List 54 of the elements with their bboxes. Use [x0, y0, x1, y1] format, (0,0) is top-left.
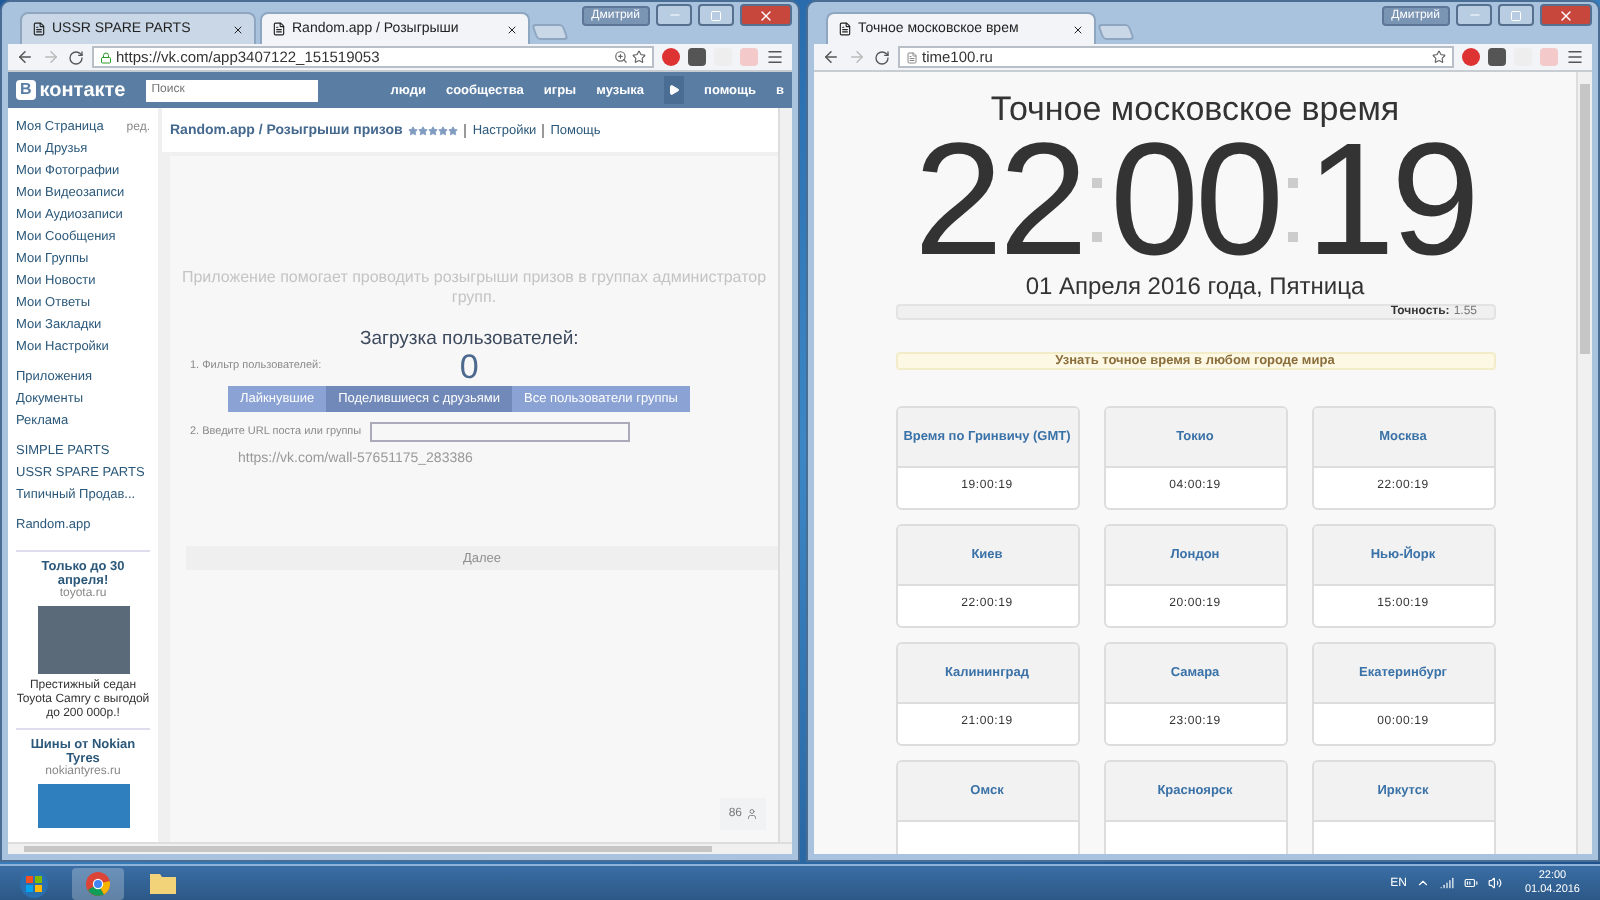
page-icon	[32, 22, 46, 36]
browser-taskbar-button[interactable]	[72, 867, 124, 899]
loading-title: Загрузка пользователей:	[360, 328, 579, 350]
close-icon	[1558, 7, 1574, 23]
maximize-button[interactable]	[698, 4, 734, 26]
minimize-button[interactable]	[656, 4, 692, 26]
bookmark-star-icon[interactable]	[632, 50, 646, 64]
colon-icon	[1287, 178, 1298, 242]
zoom-icon[interactable]	[614, 50, 628, 64]
play-icon	[668, 84, 681, 96]
windows-logo-icon	[20, 869, 48, 897]
tray-expand-icon[interactable]	[1416, 876, 1431, 890]
site-logo[interactable]: В контакте	[16, 79, 126, 101]
close-icon	[758, 7, 774, 23]
reload-icon[interactable]	[874, 49, 890, 65]
network-icon[interactable]	[1440, 876, 1455, 890]
clock-digits: 00	[1110, 130, 1280, 270]
bookmark-star-icon[interactable]	[1432, 50, 1446, 64]
page-icon	[838, 22, 852, 36]
page-heading: Точное московское время	[990, 90, 1400, 130]
back-icon[interactable]	[822, 48, 840, 66]
lock-icon	[100, 51, 112, 63]
browser-icon	[86, 871, 110, 895]
scrollbar[interactable]	[1576, 72, 1592, 854]
minimize-button[interactable]	[1456, 4, 1492, 26]
reload-icon[interactable]	[68, 49, 84, 65]
close-icon[interactable]	[1072, 23, 1084, 35]
battery-icon[interactable]	[1464, 876, 1479, 890]
close-button[interactable]	[1540, 4, 1592, 26]
folder-icon	[149, 872, 175, 894]
maximize-icon	[710, 9, 722, 21]
page-icon	[272, 22, 286, 36]
clock-digits: 19	[1305, 130, 1476, 270]
page-icon	[906, 51, 918, 63]
minimize-icon	[1467, 8, 1481, 22]
close-icon[interactable]	[232, 23, 244, 35]
clock-digits: 22	[914, 130, 1084, 270]
colon-icon	[1092, 178, 1102, 242]
minimize-icon	[667, 8, 681, 22]
scrollbar[interactable]	[8, 842, 792, 854]
loading-count: 0	[459, 350, 479, 384]
volume-icon[interactable]	[1488, 876, 1503, 890]
url-input-field[interactable]	[369, 422, 630, 442]
menu-icon[interactable]	[1566, 48, 1584, 66]
close-button[interactable]	[740, 4, 792, 26]
menu-icon[interactable]	[766, 48, 784, 66]
scrollbar[interactable]	[778, 108, 792, 842]
maximize-icon	[1510, 9, 1522, 21]
play-button[interactable]	[664, 76, 685, 104]
date-text: 01 Апреля 2016 года, Пятница	[1025, 272, 1365, 300]
person-icon	[746, 808, 758, 820]
close-icon[interactable]	[506, 23, 518, 35]
back-icon[interactable]	[16, 48, 34, 66]
maximize-button[interactable]	[1498, 4, 1534, 26]
